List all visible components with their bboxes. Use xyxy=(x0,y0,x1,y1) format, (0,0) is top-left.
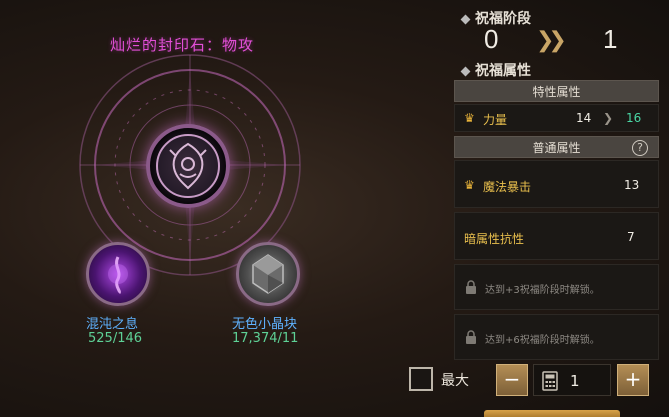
increase-button[interactable]: + xyxy=(617,364,649,396)
seal-stone[interactable] xyxy=(146,124,230,208)
blessing-attr-heading: 祝福属性 xyxy=(460,60,531,80)
special-attr-header: 特性属性 xyxy=(454,80,659,102)
normal-attr-header: 普通属性 ? xyxy=(454,136,659,158)
attr-value: 13 xyxy=(624,178,640,192)
chaos-breath-icon[interactable] xyxy=(86,242,150,306)
decrease-button[interactable]: − xyxy=(496,364,528,396)
attr-from: 14 xyxy=(576,111,592,125)
seal-emblem-icon xyxy=(156,134,220,198)
locked-attr-row: 达到+3祝福阶段时解锁。 xyxy=(454,264,659,310)
lock-text: 达到+6祝福阶段时解锁。 xyxy=(485,335,600,346)
attr-label: 力量 xyxy=(483,113,508,127)
diamond-bullet-icon xyxy=(460,14,471,24)
material-count: 17,374/11 xyxy=(232,331,299,346)
crown-icon: ♛ xyxy=(464,178,475,192)
double-chevron-right-icon: ❯❯ xyxy=(536,28,567,53)
blessing-panel: 祝福阶段 0 ❯❯ 1 祝福属性 特性属性 ♛ 力量 14 ❯ 16 普通属性 … xyxy=(450,0,669,417)
stone-view: 灿烂的封印石：物攻 混沌之息 525/146 无色小晶块 17,374/11 xyxy=(0,0,450,417)
material-name: 无色小晶块 xyxy=(232,317,298,332)
crown-icon: ♛ xyxy=(464,111,475,125)
material-name: 混沌之息 xyxy=(86,317,139,332)
normal-attr-row: ♛ 魔法暴击 13 xyxy=(454,160,659,208)
lock-icon xyxy=(466,280,476,294)
diamond-bullet-icon xyxy=(460,66,471,76)
normal-attr-row: 暗属性抗性 7 xyxy=(454,212,659,260)
quantity-value: 1 xyxy=(570,372,580,390)
lock-icon xyxy=(466,330,476,344)
locked-attr-row: 达到+6祝福阶段时解锁。 xyxy=(454,314,659,360)
stage-current: 0 xyxy=(484,24,499,54)
special-attr-row: ♛ 力量 14 ❯ 16 xyxy=(454,104,659,132)
calculator-icon[interactable] xyxy=(542,371,558,391)
question-icon[interactable]: ? xyxy=(632,140,648,156)
attr-label: 暗属性抗性 xyxy=(464,232,525,246)
lock-text: 达到+3祝福阶段时解锁。 xyxy=(485,285,600,296)
stage-next: 1 xyxy=(603,24,618,54)
material-count: 525/146 xyxy=(88,331,143,346)
confirm-button[interactable] xyxy=(484,410,620,417)
max-checkbox[interactable] xyxy=(409,367,433,391)
max-label: 最大 xyxy=(441,373,469,389)
chevron-right-icon: ❯ xyxy=(603,111,614,125)
attr-value: 7 xyxy=(627,230,635,244)
colorless-crystal-icon[interactable] xyxy=(236,242,300,306)
attr-to: 16 xyxy=(626,111,642,125)
quantity-input[interactable]: 1 xyxy=(533,364,611,396)
attr-label: 魔法暴击 xyxy=(483,180,532,194)
